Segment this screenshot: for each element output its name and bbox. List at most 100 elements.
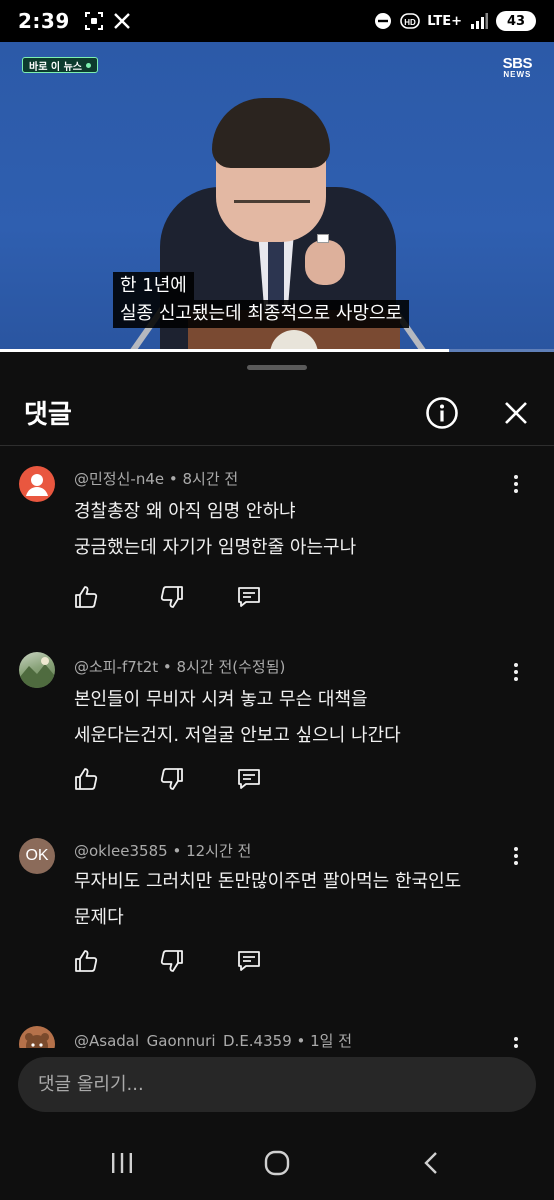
reply-icon <box>238 951 260 971</box>
subtitle-line-1: 한 1년에 <box>113 272 194 300</box>
thumbs-up-icon <box>75 950 98 972</box>
drag-handle[interactable] <box>247 365 307 370</box>
live-badge: 바로 이 뉴스 <box>22 57 98 73</box>
comment-author[interactable]: @oklee3585 <box>74 842 168 860</box>
dislike-button[interactable] <box>155 580 189 614</box>
avatar[interactable]: OK <box>19 838 55 874</box>
reply-button[interactable] <box>232 944 266 978</box>
comment-text: 무자비도 그러치만 돈만많이주면 팔아먹는 한국인도 문제다 <box>74 864 514 936</box>
logo-top: SBS <box>502 55 533 72</box>
avatar-photo-icon <box>25 1033 49 1048</box>
svg-text:HD: HD <box>404 18 416 27</box>
speaker-hand <box>305 240 345 285</box>
comment-menu-button[interactable] <box>504 1034 528 1048</box>
comment-line: 문제다 <box>74 907 124 928</box>
subtitle-line-2: 실종 신고됐는데 최종적으로 사망으로 <box>113 300 410 328</box>
recents-button[interactable] <box>100 1145 144 1181</box>
comment-time: 12시간 전 <box>186 842 252 860</box>
battery-icon: 43 <box>496 11 536 31</box>
comment-author[interactable]: @소피-f7t2t <box>74 658 158 676</box>
avatar[interactable] <box>19 652 55 688</box>
info-icon <box>426 397 458 429</box>
live-badge-label: 바로 이 뉴스 <box>29 61 82 73</box>
reply-button[interactable] <box>232 762 266 796</box>
meta-separator: • <box>164 470 183 488</box>
status-right-icons: HD LTE+ 43 <box>373 11 536 31</box>
home-button[interactable] <box>255 1145 299 1181</box>
comment-meta: @소피-f7t2t • 8시간 전(수정됨) <box>74 656 285 677</box>
close-button[interactable] <box>496 393 536 433</box>
like-button[interactable] <box>69 580 103 614</box>
flag-pin <box>317 234 329 243</box>
x-app-icon <box>112 11 132 31</box>
thumbs-down-icon <box>160 768 183 790</box>
dislike-button[interactable] <box>155 762 189 796</box>
comment-meta: @Asadal_Gaonnuri_D.E.4359 • 1일 전 <box>74 1030 352 1048</box>
thumbs-up-icon <box>75 768 98 790</box>
thumbs-down-icon <box>160 586 183 608</box>
comment-time: 1일 전 <box>310 1032 353 1048</box>
comment-text: 본인들이 무비자 시켜 놓고 무슨 대책을 세운다는건지. 저얼굴 안보고 싶으… <box>74 682 514 754</box>
reply-icon <box>238 587 260 607</box>
comment-line: 경찰총장 왜 아직 임명 안하냐 <box>74 501 296 522</box>
comment-author[interactable]: @민정신-n4e <box>74 470 164 488</box>
like-button[interactable] <box>69 944 103 978</box>
sheet-header: 댓글 <box>0 380 554 446</box>
comment-input-container[interactable] <box>18 1057 536 1112</box>
comment-text: 경찰총장 왜 아직 임명 안하냐 궁금했는데 자기가 임명한줄 아는구나 <box>74 494 514 566</box>
back-icon <box>424 1152 437 1174</box>
like-button[interactable] <box>69 762 103 796</box>
dnd-icon <box>373 11 393 31</box>
video-player[interactable]: 바로 이 뉴스 SBS NEWS 한 1년에 실종 신고됐는데 최종적으로 사망… <box>0 42 554 352</box>
recents-icon <box>112 1153 132 1173</box>
comment-line: 본인들이 무비자 시켜 놓고 무슨 대책을 <box>74 689 368 710</box>
back-button[interactable] <box>410 1145 454 1181</box>
comment-time: 8시간 전(수정됨) <box>176 658 286 676</box>
comment-time: 8시간 전 <box>182 470 239 488</box>
comment-meta: @oklee3585 • 12시간 전 <box>74 840 251 861</box>
meta-separator: • <box>291 1032 311 1048</box>
comment-meta: @민정신-n4e • 8시간 전 <box>74 468 238 489</box>
dislike-button[interactable] <box>155 944 189 978</box>
reply-icon <box>238 769 260 789</box>
status-bar: 2:39 HD LTE+ 43 <box>0 0 554 42</box>
meta-separator: • <box>158 658 177 676</box>
thumbs-down-icon <box>160 950 183 972</box>
system-nav-bar <box>0 1125 554 1200</box>
status-left-icons <box>84 11 132 31</box>
status-time: 2:39 <box>18 9 70 33</box>
comment-list[interactable]: @민정신-n4e • 8시간 전 경찰총장 왜 아직 임명 안하냐 궁금했는데 … <box>0 448 554 1048</box>
comment-menu-button[interactable] <box>504 660 528 684</box>
reply-button[interactable] <box>232 580 266 614</box>
subtitle-text-2: 실종 신고됐는데 최종적으로 사망으로 <box>113 300 410 328</box>
avatar[interactable] <box>19 1026 55 1048</box>
logo-bottom: NEWS <box>503 70 532 79</box>
hd-icon: HD <box>400 11 421 31</box>
screenshot-icon <box>84 11 104 31</box>
comment-author[interactable]: @Asadal_Gaonnuri_D.E.4359 <box>74 1032 292 1048</box>
avatar[interactable] <box>19 466 55 502</box>
thumbs-up-icon <box>75 586 98 608</box>
comment-menu-button[interactable] <box>504 472 528 496</box>
avatar-initials: OK <box>25 847 49 864</box>
comment-line: 무자비도 그러치만 돈만많이주면 팔아먹는 한국인도 <box>74 871 462 892</box>
sheet-title: 댓글 <box>24 400 72 430</box>
meta-separator: • <box>167 842 187 860</box>
speaker-hair <box>212 98 330 168</box>
avatar-photo-icon <box>19 657 55 688</box>
subtitle-text-1: 한 1년에 <box>113 272 194 300</box>
default-avatar-icon <box>26 474 48 496</box>
comment-line: 궁금했는데 자기가 임명한줄 아는구나 <box>74 537 357 558</box>
close-icon <box>505 402 527 424</box>
comment-line: 세운다는건지. 저얼굴 안보고 싶으니 나간다 <box>74 725 401 746</box>
battery-level: 43 <box>506 13 526 29</box>
live-dot <box>85 62 91 68</box>
network-type: LTE+ <box>427 13 462 29</box>
signal-icon <box>469 11 489 31</box>
home-icon <box>264 1150 290 1176</box>
comment-menu-button[interactable] <box>504 844 528 868</box>
speaker-glasses <box>234 200 310 218</box>
sbs-news-logo: SBS NEWS <box>502 55 533 79</box>
info-button[interactable] <box>422 393 462 433</box>
comment-input[interactable] <box>38 1074 536 1095</box>
